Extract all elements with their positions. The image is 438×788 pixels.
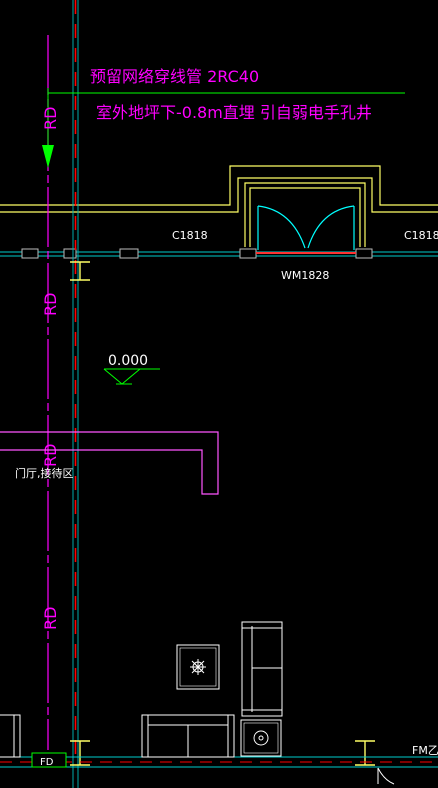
fm-door — [377, 767, 395, 785]
rd-line — [42, 35, 405, 750]
sofa-vertical — [241, 621, 283, 717]
sofa-horizontal — [141, 714, 235, 758]
door-label: WM1828 — [281, 269, 329, 282]
side-table — [176, 644, 220, 690]
window-label-right: C1818 — [404, 229, 438, 242]
room-label: 门厅,接待区 — [15, 466, 74, 480]
top-wall — [0, 248, 438, 259]
fm-label: FM乙 — [412, 744, 438, 757]
rd-label: RD — [41, 444, 60, 467]
elevation-value: 0.000 — [108, 353, 148, 369]
annotation-line-1: 预留网络穿线管 2RC40 — [90, 67, 259, 86]
reception-counter — [0, 431, 219, 495]
rd-label: RD — [41, 293, 60, 316]
rd-labels: RD RD RD RD — [41, 107, 60, 630]
entrance-door — [257, 205, 355, 250]
lamp-icon — [253, 730, 269, 746]
left-wall — [72, 0, 79, 788]
rd-label: RD — [41, 607, 60, 630]
elevation-marker: 0.000 — [103, 353, 160, 385]
fd-label: FD — [40, 757, 54, 768]
corner-table — [240, 719, 282, 757]
plant-icon — [190, 659, 206, 675]
annotation-line-2: 室外地坪下-0.8m直埋 引自弱电手孔井 — [96, 103, 372, 122]
direction-arrow-icon — [42, 145, 54, 168]
sofa-left-edge — [0, 714, 21, 758]
rd-label: RD — [41, 107, 60, 130]
window-label-left: C1818 — [172, 229, 208, 242]
wall-markers — [70, 261, 375, 766]
canopy-outline — [0, 165, 438, 247]
cad-drawing: C1818 C1818 WM1828 RD RD RD RD 预留网络穿线管 2… — [0, 0, 438, 788]
